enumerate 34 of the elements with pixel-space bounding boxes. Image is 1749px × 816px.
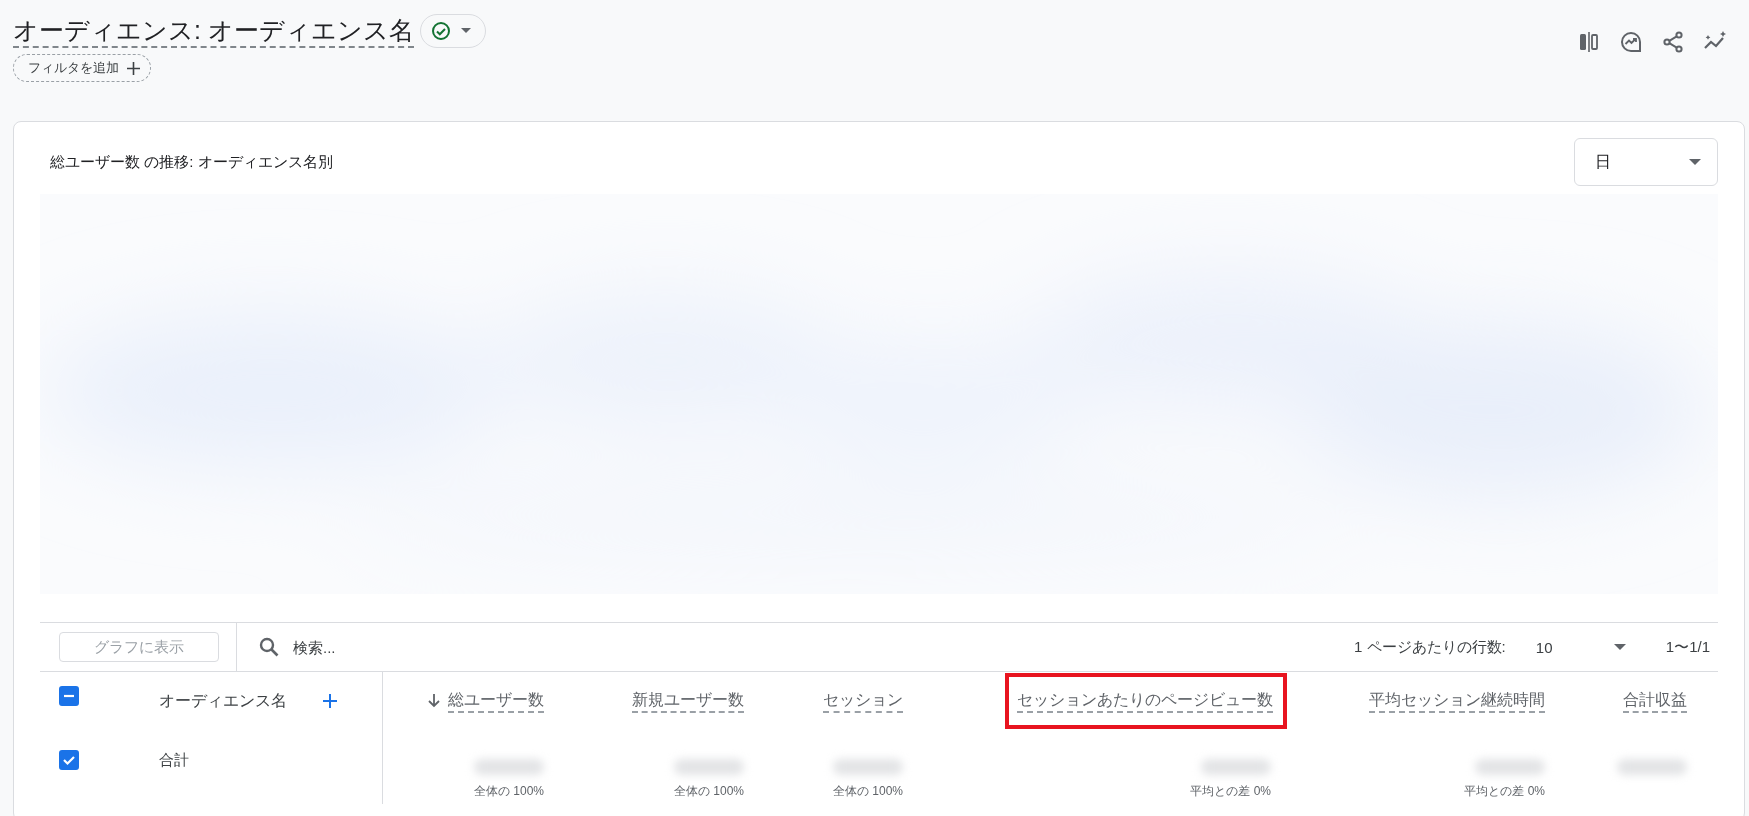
rows-per-page-dropdown[interactable]: 10: [1535, 638, 1626, 656]
chart-title: 総ユーザー数 の推移: オーディエンス名別: [50, 152, 333, 172]
select-all-checkbox[interactable]: [59, 686, 79, 706]
column-header[interactable]: 総ユーザー数: [428, 689, 544, 713]
column-header[interactable]: オーディエンス名: [159, 690, 287, 712]
cell-note: 全体の 100%: [832, 783, 903, 798]
report-title[interactable]: オーディエンス: オーディエンス名: [13, 14, 414, 48]
rows-per-page-label: 1 ページあたりの行数:: [1354, 637, 1506, 657]
row-label: 合計: [159, 750, 189, 770]
column-header[interactable]: 新規ユーザー数: [632, 689, 744, 713]
search-icon: [259, 637, 279, 657]
caret-icon: [460, 28, 471, 34]
status-dropdown[interactable]: [419, 14, 486, 48]
caret-icon: [1689, 159, 1701, 165]
column-header[interactable]: セッション: [823, 689, 903, 713]
cell-note: 全体の 100%: [473, 783, 544, 798]
column-header[interactable]: 平均セッション継続時間: [1369, 689, 1545, 713]
row-checkbox[interactable]: [59, 750, 79, 770]
page-range: 1〜1/1: [1665, 637, 1711, 657]
plus-icon[interactable]: [323, 694, 337, 708]
caret-icon: [1613, 644, 1626, 650]
check-icon: [62, 753, 76, 767]
column-header[interactable]: 合計収益: [1623, 689, 1687, 713]
compare-icon[interactable]: [1577, 30, 1601, 54]
cell-note: 平均との差 0%: [1190, 783, 1271, 798]
search-field[interactable]: 検索...: [291, 637, 495, 657]
share-icon[interactable]: [1661, 30, 1685, 54]
column-header[interactable]: セッションあたりのページビュー数: [1017, 689, 1273, 713]
chart-bubble-icon[interactable]: [1619, 30, 1643, 54]
sort-down-icon: [428, 694, 440, 708]
cell-note: 平均との差 0%: [1464, 783, 1545, 798]
cell-note: 全体の 100%: [673, 783, 744, 798]
interval-dropdown[interactable]: 日: [1574, 138, 1718, 186]
plus-icon: [127, 61, 140, 75]
